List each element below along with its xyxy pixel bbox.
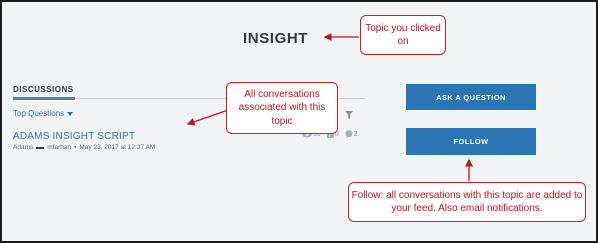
page-title: INSIGHT (243, 30, 309, 47)
conversation-date: May 23, 2017 at 12:37 AM (79, 144, 156, 151)
discussions-header: DISCUSSIONS (13, 85, 74, 94)
comment-icon (345, 130, 353, 138)
chevron-down-icon (67, 111, 74, 116)
meta-separator: • (74, 144, 77, 151)
comments-count: 2 (353, 130, 358, 138)
topic-page: INSIGHT DISCUSSIONS Top Questions ADAMS … (0, 0, 598, 243)
comments-stat: 2 (345, 130, 358, 138)
topic-callout: Topic you clicked on (360, 15, 446, 55)
sort-dropdown[interactable]: Top Questions (13, 109, 74, 118)
ask-question-button[interactable]: ASK A QUESTION (406, 84, 536, 110)
sort-dropdown-label: Top Questions (13, 109, 65, 118)
follow-button[interactable]: FOLLOW (406, 128, 536, 155)
filter-icon[interactable] (345, 111, 353, 119)
conversations-callout: All conversations associated with this t… (226, 82, 338, 134)
conversation-title-link[interactable]: ADAMS INSIGHT SCRIPT (13, 131, 135, 142)
follow-callout: Follow: all conversations with this topi… (348, 182, 586, 222)
conversation-author[interactable]: mfarhan (47, 144, 71, 151)
author-divider (36, 146, 45, 149)
conversation-category[interactable]: Adams (13, 144, 33, 151)
discussions-tab-underline (13, 97, 75, 100)
arrow-to-conversations (186, 109, 229, 126)
conversation-meta: Adams mfarhan • May 23, 2017 at 12:37 AM (13, 144, 155, 151)
